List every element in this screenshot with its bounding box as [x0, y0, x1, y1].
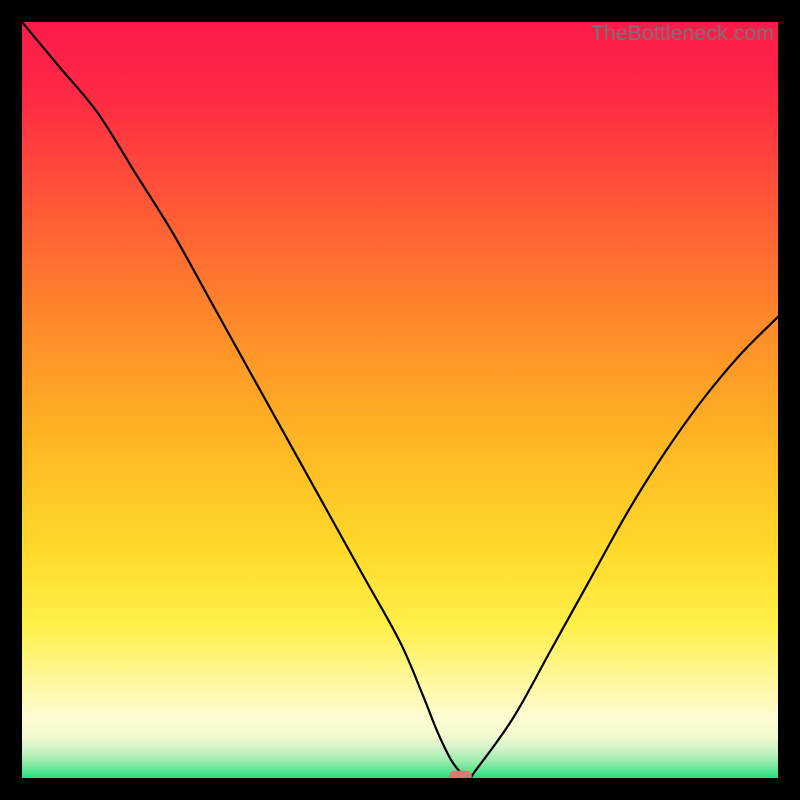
chart-frame: TheBottleneck.com: [22, 22, 778, 778]
watermark-text: TheBottleneck.com: [591, 22, 774, 46]
bottleneck-plot: [22, 22, 778, 778]
optimal-marker: [449, 771, 472, 778]
gradient-background: [22, 22, 778, 778]
